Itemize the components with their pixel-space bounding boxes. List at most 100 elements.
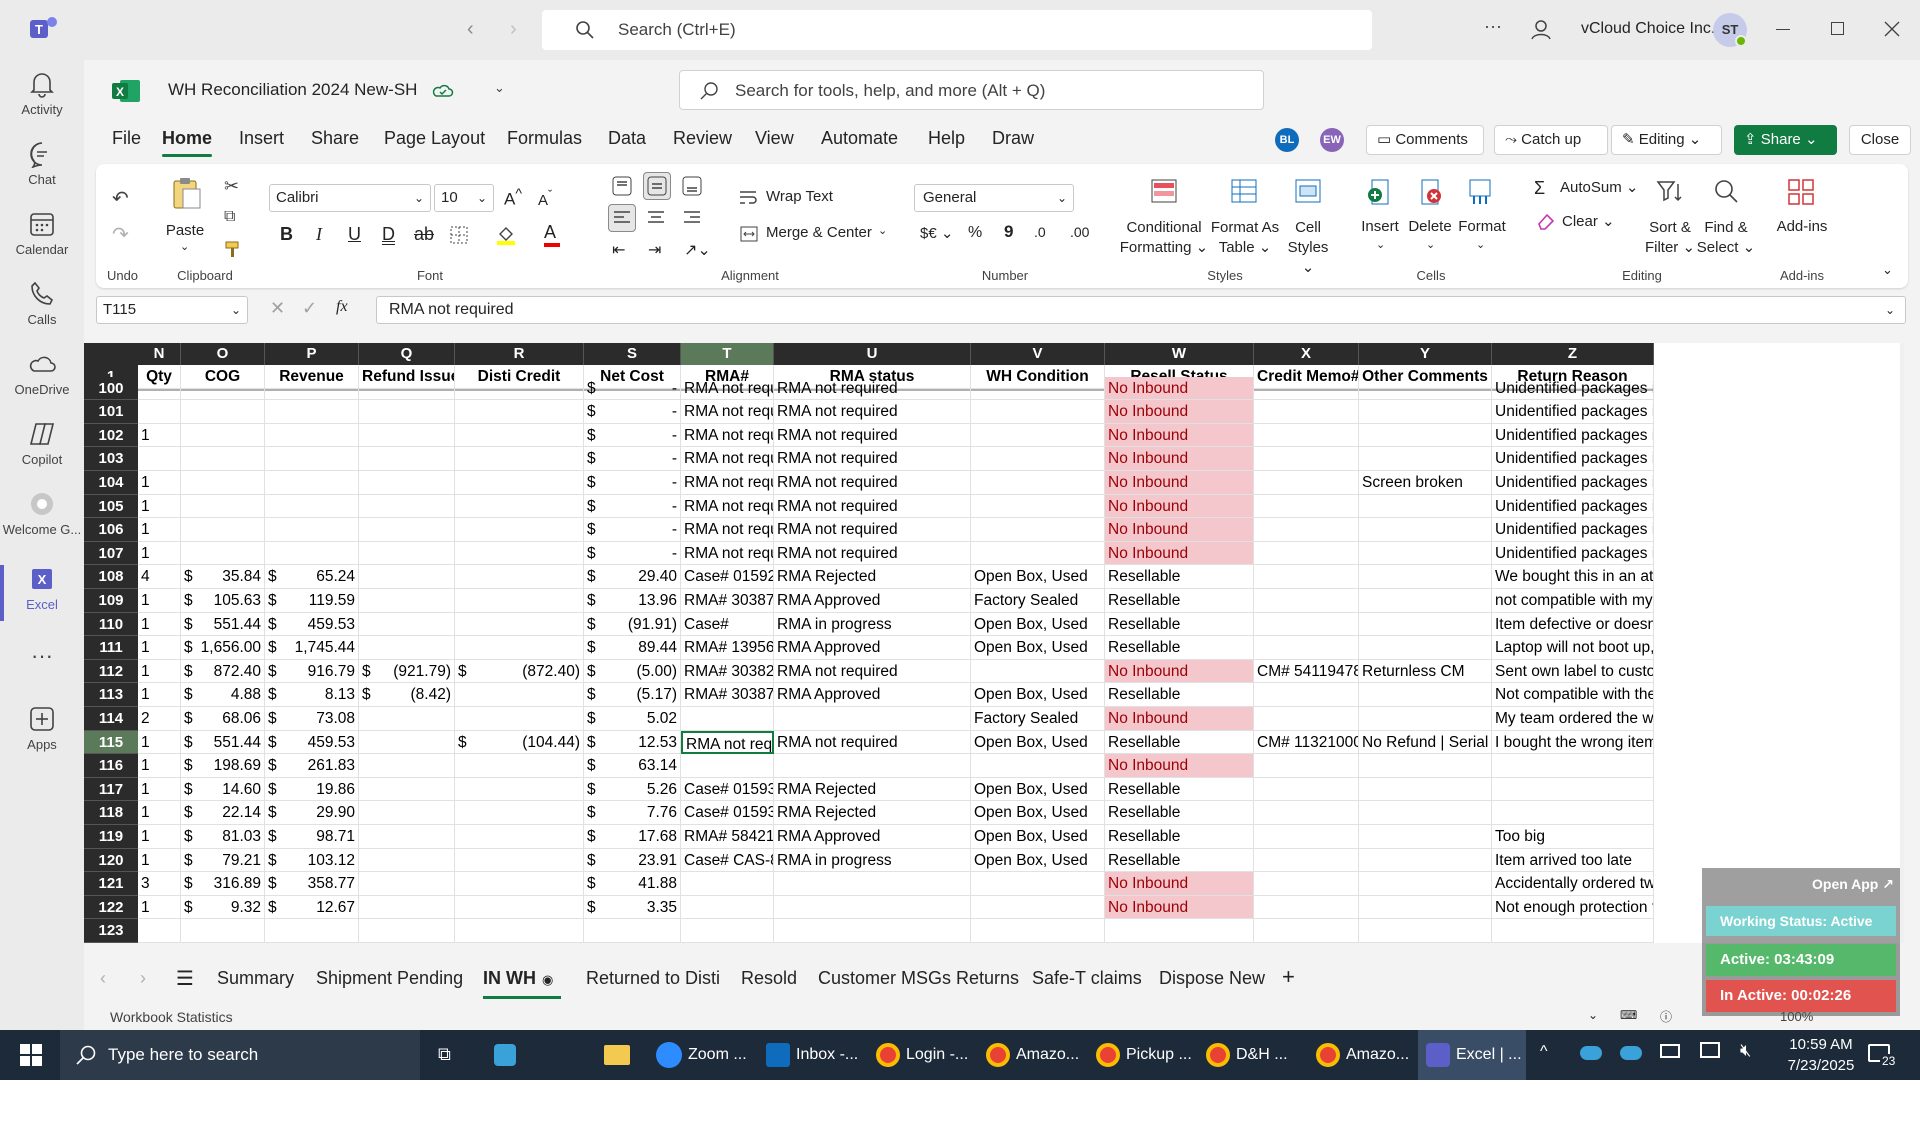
cell[interactable] xyxy=(681,919,774,943)
row-header[interactable]: 103 xyxy=(84,447,138,471)
cell[interactable]: 1 xyxy=(138,494,181,519)
conditional-formatting-button[interactable]: Conditional Formatting ⌄ xyxy=(1116,218,1212,258)
cell[interactable] xyxy=(359,589,455,613)
cell[interactable] xyxy=(455,518,584,542)
cell[interactable]: $9.32 xyxy=(181,895,265,920)
cell[interactable]: $ (8.42) xyxy=(359,683,455,707)
paste-button[interactable]: Paste xyxy=(162,222,208,239)
tab-page-layout[interactable]: Page Layout xyxy=(384,128,485,149)
cell[interactable] xyxy=(1492,801,1654,825)
cell[interactable] xyxy=(1254,471,1359,495)
cell[interactable]: RMA not required xyxy=(774,400,971,424)
cell[interactable]: Unidentified packages in wh xyxy=(1492,471,1654,495)
cell[interactable]: $ - xyxy=(584,376,681,401)
format-painter-icon[interactable] xyxy=(224,240,240,258)
fill-color-icon[interactable] xyxy=(496,224,516,246)
cell[interactable] xyxy=(455,895,584,920)
column-header-v[interactable]: V xyxy=(971,343,1105,365)
editing-mode-button[interactable]: ✎ Editing ⌄ xyxy=(1611,125,1722,155)
cell[interactable]: $ (872.40) xyxy=(455,659,584,684)
next-sheet-icon[interactable]: › xyxy=(140,968,146,989)
align-left-button[interactable] xyxy=(608,204,636,232)
insert-function-icon[interactable]: fx xyxy=(336,298,348,316)
undo-icon[interactable]: ↶ xyxy=(112,186,129,211)
cell[interactable]: $41.88 xyxy=(584,872,681,896)
cell[interactable]: 1 xyxy=(138,801,181,825)
cell[interactable] xyxy=(1359,848,1492,873)
cell[interactable] xyxy=(265,447,359,471)
cell[interactable]: $261.83 xyxy=(265,754,359,778)
cell[interactable] xyxy=(455,565,584,589)
cell[interactable] xyxy=(138,447,181,471)
taskbar-app-chrome-login[interactable]: Login -... xyxy=(876,1030,972,1080)
cell[interactable]: Resellable xyxy=(1105,636,1254,660)
prev-sheet-icon[interactable]: ‹ xyxy=(100,968,106,989)
column-header-u[interactable]: U xyxy=(774,343,971,365)
tab-automate[interactable]: Automate xyxy=(821,128,898,149)
cell[interactable]: $459.53 xyxy=(265,730,359,755)
cell[interactable]: Accidentally ordered twice, already r xyxy=(1492,872,1654,896)
delete-chevron-icon[interactable]: ⌄ xyxy=(1426,238,1435,251)
tab-draw[interactable]: Draw xyxy=(992,128,1034,149)
cell[interactable] xyxy=(774,895,971,920)
insert-chevron-icon[interactable]: ⌄ xyxy=(1376,238,1385,251)
cell[interactable]: $29.90 xyxy=(265,801,359,825)
cell[interactable]: No Inbound xyxy=(1105,659,1254,684)
cell[interactable]: RMA not required xyxy=(774,376,971,401)
cell[interactable]: $13.96 xyxy=(584,589,681,613)
cell[interactable]: $3.35 xyxy=(584,895,681,920)
merge-center-button[interactable]: Merge & Center xyxy=(766,224,872,241)
column-header-p[interactable]: P xyxy=(265,343,359,365)
row-header[interactable]: 120 xyxy=(84,848,138,873)
cell[interactable] xyxy=(359,447,455,471)
show-hidden-icons-icon[interactable]: ^ xyxy=(1540,1043,1548,1061)
cell[interactable]: $68.06 xyxy=(181,707,265,731)
cell[interactable]: RMA# 5842190 xyxy=(681,825,774,849)
borders-icon[interactable] xyxy=(450,226,468,244)
cell[interactable] xyxy=(774,707,971,731)
cell[interactable]: $ (921.79) xyxy=(359,659,455,684)
cell[interactable]: No Inbound xyxy=(1105,447,1254,471)
cell[interactable] xyxy=(1254,541,1359,566)
cell[interactable] xyxy=(1254,400,1359,424)
cell[interactable]: RMA not required xyxy=(774,471,971,495)
italic-icon[interactable]: I xyxy=(316,224,322,245)
cell[interactable]: RMA not required xyxy=(774,518,971,542)
cell[interactable] xyxy=(455,400,584,424)
cell[interactable] xyxy=(1492,777,1654,802)
percent-format-button[interactable]: % xyxy=(968,224,982,242)
align-bottom-icon[interactable] xyxy=(682,176,702,196)
restore-icon[interactable] xyxy=(1831,22,1844,35)
format-as-table-icon[interactable] xyxy=(1230,178,1258,204)
row-header[interactable]: 104 xyxy=(84,471,138,495)
cell[interactable]: RMA# 30387391 xyxy=(681,683,774,707)
cell[interactable]: $ (5.17) xyxy=(584,683,681,707)
cell[interactable] xyxy=(1359,872,1492,896)
find-select-icon[interactable] xyxy=(1712,178,1740,206)
cell[interactable] xyxy=(971,494,1105,519)
cell[interactable] xyxy=(265,400,359,424)
cell[interactable]: Resellable xyxy=(1105,777,1254,802)
cell[interactable]: $358.77 xyxy=(265,872,359,896)
cell[interactable]: RMA not required xyxy=(681,471,774,495)
cell[interactable] xyxy=(1254,754,1359,778)
cell[interactable] xyxy=(181,494,265,519)
cell[interactable] xyxy=(1254,872,1359,896)
rail-calendar[interactable]: Calendar xyxy=(0,210,84,257)
align-top-icon[interactable] xyxy=(612,176,632,196)
format-as-table-button[interactable]: Format As Table ⌄ xyxy=(1206,218,1284,258)
cell[interactable]: $198.69 xyxy=(181,754,265,778)
tab-help[interactable]: Help xyxy=(928,128,965,149)
decrease-decimal-icon[interactable]: .00 xyxy=(1070,224,1089,240)
cut-icon[interactable]: ✂ xyxy=(224,176,239,197)
taskbar-app-teams-excel[interactable]: Excel | ... xyxy=(1418,1030,1526,1080)
forward-arrow-icon[interactable]: › xyxy=(510,18,517,41)
cell[interactable]: RMA# 30387392 xyxy=(681,589,774,613)
cell[interactable]: Resellable xyxy=(1105,612,1254,637)
cell[interactable] xyxy=(1254,848,1359,873)
cell[interactable]: Open Box, Used xyxy=(971,636,1105,660)
double-underline-icon[interactable]: D xyxy=(382,224,395,245)
cell[interactable]: RMA in progress xyxy=(774,612,971,637)
cell[interactable] xyxy=(1359,895,1492,920)
cell[interactable] xyxy=(1359,494,1492,519)
